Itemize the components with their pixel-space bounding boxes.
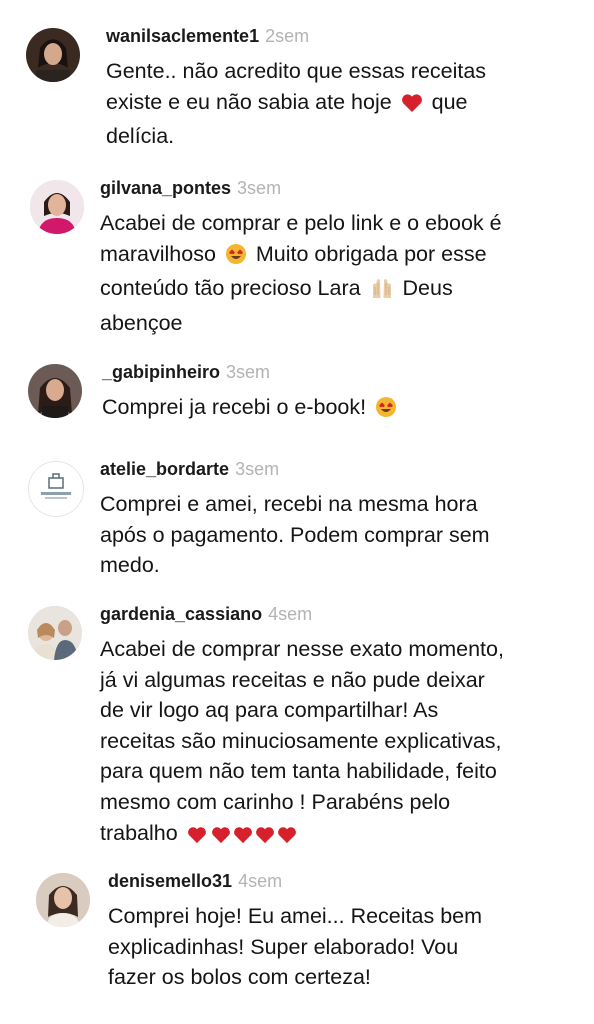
red-heart-icon — [401, 91, 423, 122]
red-heart-icon — [211, 822, 231, 853]
red-heart-icon — [187, 822, 207, 853]
timestamp: 4sem — [238, 871, 283, 891]
heart-eyes-emoji-icon — [225, 243, 247, 274]
red-heart-icon — [277, 822, 297, 853]
comment-body: atelie_bordarte 3sem Comprei e amei, rec… — [100, 459, 572, 581]
comment-body: _gabipinheiro 3sem Comprei ja recebi o e… — [102, 362, 572, 427]
comment-line: delícia. — [106, 124, 175, 149]
comment-line: de vir logo aq para compartilhar! As — [100, 698, 439, 723]
username[interactable]: gardenia_cassiano — [100, 604, 262, 625]
red-heart-icon — [255, 822, 275, 853]
comment-header: atelie_bordarte 3sem — [100, 459, 572, 485]
comment-line: Comprei hoje! Eu amei... Receitas bem — [108, 904, 483, 928]
comment-line: explicadinhas! Super elaborado! Vou — [108, 934, 459, 959]
comment-line: Acabei de comprar nesse exato momento, — [100, 637, 504, 661]
comment-line: Deus — [396, 276, 453, 301]
comment-text: Acabei de comprar nesse exato momento, j… — [100, 634, 572, 852]
username[interactable]: denisemello31 — [108, 871, 232, 892]
comment-line: Gente.. não acredito que essas receitas — [106, 59, 487, 83]
avatar[interactable] — [28, 606, 82, 660]
comment-line: maravilhoso — [100, 241, 222, 266]
avatar[interactable] — [28, 461, 84, 517]
avatar[interactable] — [26, 28, 80, 82]
timestamp: 3sem — [235, 459, 280, 479]
avatar[interactable] — [36, 873, 90, 927]
comment-header: wanilsaclemente1 2sem — [106, 26, 572, 52]
timestamp: 3sem — [226, 362, 271, 382]
avatar[interactable] — [28, 364, 82, 418]
comment-line: existe e eu não sabia ate hoje — [106, 89, 398, 114]
comment-line: medo. — [100, 553, 160, 578]
comment-body: wanilsaclemente1 2sem Gente.. não acredi… — [106, 26, 572, 152]
comment-line: fazer os bolos com certeza! — [108, 965, 371, 990]
raising-hands-emoji-icon — [370, 277, 394, 308]
username[interactable]: wanilsaclemente1 — [106, 26, 259, 47]
comment-text: Comprei e amei, recebi na mesma hora apó… — [100, 489, 572, 581]
timestamp: 2sem — [265, 26, 310, 46]
comment-text: Comprei hoje! Eu amei... Receitas bem ex… — [108, 901, 572, 993]
username[interactable]: atelie_bordarte — [100, 459, 229, 480]
comment-list: wanilsaclemente1 2sem Gente.. não acredi… — [0, 0, 594, 1024]
timestamp: 3sem — [237, 178, 282, 198]
comment-line: Acabei de comprar e pelo link e o ebook … — [100, 211, 502, 235]
comment-line: Comprei ja recebi o e-book! — [102, 395, 373, 419]
username[interactable]: _gabipinheiro — [102, 362, 220, 383]
comment-header: denisemello31 4sem — [108, 871, 572, 897]
comment-header: _gabipinheiro 3sem — [102, 362, 572, 388]
comment-line: que — [425, 89, 468, 114]
comment-line: Muito obrigada por esse — [249, 241, 487, 266]
comment-line: para quem não tem tanta habilidade, feit… — [100, 759, 497, 784]
comment-line: Comprei e amei, recebi na mesma hora — [100, 492, 478, 516]
heart-eyes-emoji-icon — [375, 396, 397, 427]
comment-line: já vi algumas receitas e não pude deixar — [100, 667, 485, 692]
comment-line: após o pagamento. Podem comprar sem — [100, 522, 490, 547]
comment-line: conteúdo tão precioso Lara — [100, 276, 367, 301]
comment-header: gardenia_cassiano 4sem — [100, 604, 572, 630]
comment-header: gilvana_pontes 3sem — [100, 178, 572, 204]
comment-body: denisemello31 4sem Comprei hoje! Eu amei… — [108, 871, 572, 993]
avatar[interactable] — [30, 180, 84, 234]
comment-text: Comprei ja recebi o e-book! — [102, 392, 572, 427]
comment-line: trabalho — [100, 820, 184, 845]
comment-line: abençoe — [100, 310, 183, 335]
username[interactable]: gilvana_pontes — [100, 178, 231, 199]
timestamp: 4sem — [268, 604, 313, 624]
comment-line: mesmo com carinho ! Parabéns pelo — [100, 789, 451, 814]
comment-text: Gente.. não acredito que essas receitas … — [106, 56, 572, 152]
red-heart-icon — [233, 822, 253, 853]
comment-body: gilvana_pontes 3sem Acabei de comprar e … — [100, 178, 572, 338]
comment-text: Acabei de comprar e pelo link e o ebook … — [100, 208, 572, 338]
comment-line: receitas são minuciosamente explicativas… — [100, 728, 502, 753]
comment-body: gardenia_cassiano 4sem Acabei de comprar… — [100, 604, 572, 852]
